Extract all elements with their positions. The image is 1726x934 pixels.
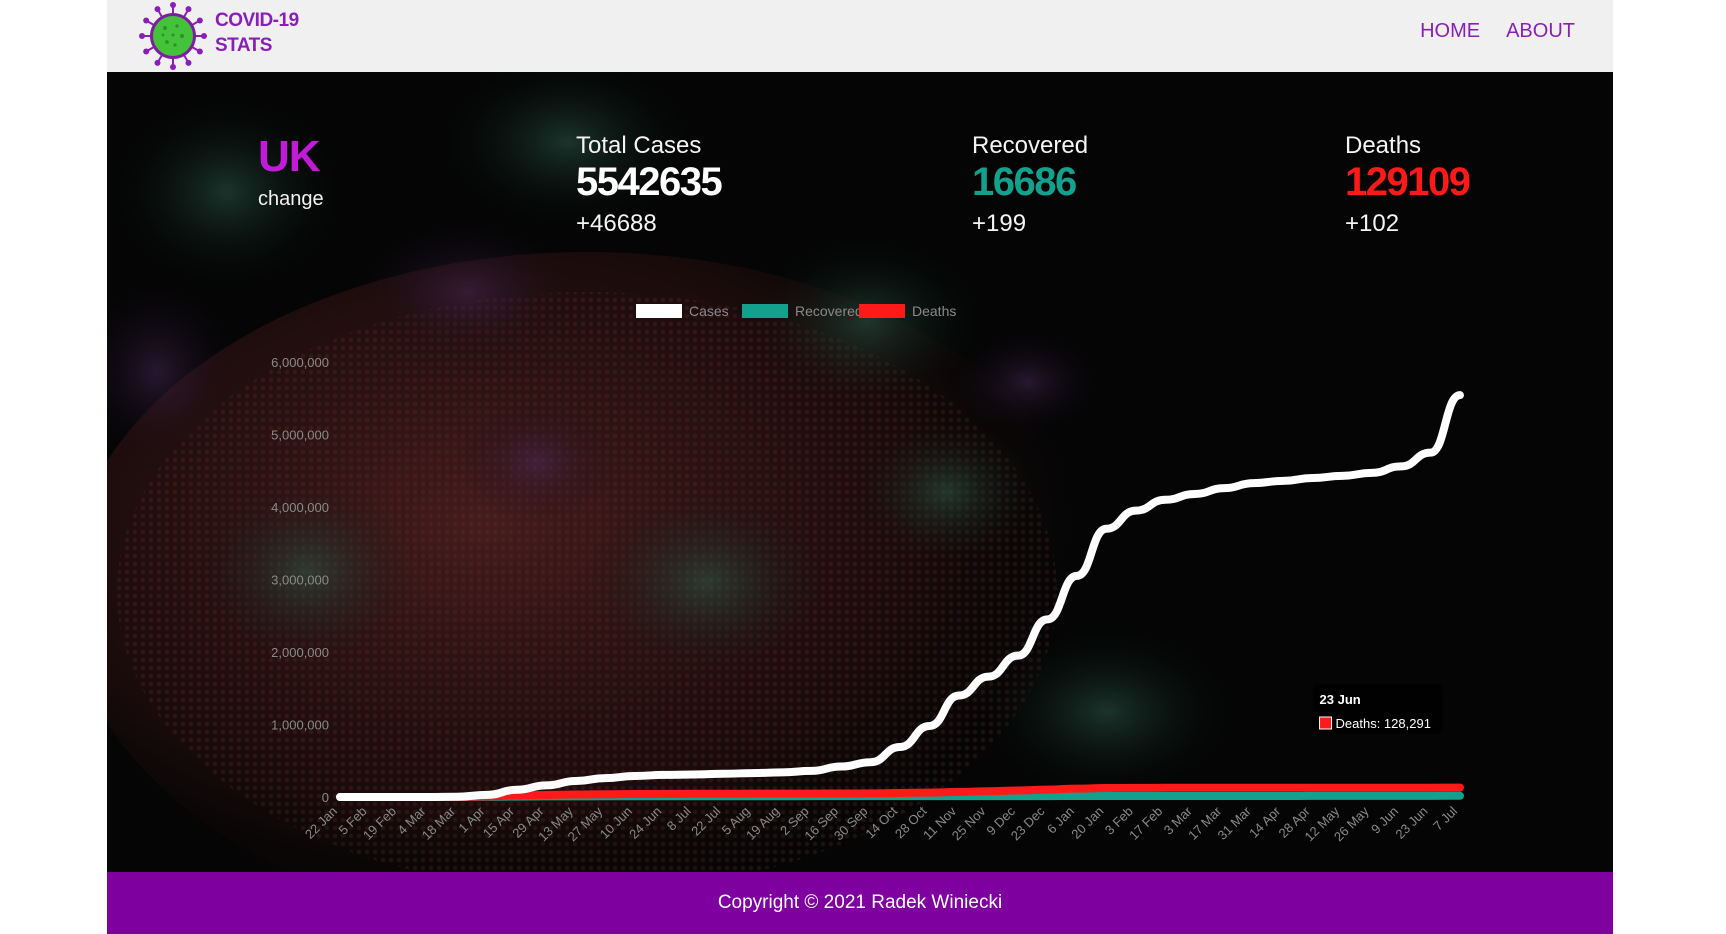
virus-logo-icon (139, 2, 207, 70)
legend-label-cases: Cases (689, 303, 729, 319)
y-tick-label: 1,000,000 (271, 718, 329, 733)
logo[interactable] (137, 0, 209, 72)
legend-swatch-recovered (742, 304, 788, 318)
x-tick-label: 20 Jan (1068, 804, 1106, 842)
covid-line-chart[interactable]: 0 1,000,000 2,000,000 3,000,000 4,000,000 5,0… (107, 72, 1613, 872)
y-tick-label: 0 (322, 790, 329, 805)
y-tick-label: 5,000,000 (271, 428, 329, 443)
x-tick-label: 25 Nov (949, 803, 989, 843)
x-tick-label: 24 Jun (626, 804, 664, 842)
brand-title[interactable]: COVID-19 STATS (215, 8, 299, 58)
brand-line-1: COVID-19 (215, 10, 299, 31)
legend-label-recovered: Recovered (795, 303, 863, 319)
legend-label-deaths: Deaths (912, 303, 956, 319)
nav-home-link[interactable]: HOME (1420, 20, 1480, 43)
legend-swatch-cases (636, 304, 682, 318)
legend-swatch-deaths (859, 304, 905, 318)
stats-hero: UK change Total Cases 5542635 +46688 Rec… (107, 72, 1613, 872)
navbar: COVID-19 STATS HOME ABOUT (107, 0, 1613, 72)
x-tick-label: 19 Aug (743, 804, 782, 843)
tooltip-title: 23 Jun (1320, 692, 1361, 707)
copyright-text: Copyright © 2021 Radek Winiecki (717, 892, 1003, 913)
x-tick-label: 15 Apr (480, 803, 518, 841)
x-tick-label: 7 Jul (1430, 803, 1460, 833)
y-tick-label: 4,000,000 (271, 500, 329, 515)
x-tick-label: 23 Dec (1008, 803, 1048, 843)
tooltip-swatch (1319, 716, 1333, 730)
x-tick-label: 18 Mar (419, 803, 459, 843)
brand-line-2: STATS (215, 35, 272, 56)
x-tick-label: 14 Apr (1246, 803, 1284, 841)
x-tick-label: 14 Oct (862, 803, 900, 841)
page-frame: COVID-19 STATS HOME ABOUT UK change Tota… (107, 0, 1613, 934)
x-tick-label: 31 Mar (1215, 803, 1255, 843)
x-tick-label: 23 Jun (1392, 804, 1430, 842)
footer: Copyright © 2021 Radek Winiecki (107, 872, 1613, 934)
x-tick-label: 17 Feb (1126, 804, 1165, 843)
x-tick-label: 30 Sep (831, 804, 871, 844)
x-tick-label: 22 Jul (688, 803, 723, 838)
x-tick-label: 19 Feb (360, 804, 399, 843)
tooltip-label: Deaths: 128,291 (1336, 716, 1431, 731)
nav-links: HOME ABOUT (1420, 20, 1575, 43)
nav-about-link[interactable]: ABOUT (1506, 20, 1575, 43)
series-line-cases (336, 391, 1464, 801)
x-tick-label: 10 Jun (597, 804, 635, 842)
x-tick-label: 22 Jan (302, 804, 340, 842)
y-tick-label: 6,000,000 (271, 355, 329, 370)
y-tick-label: 3,000,000 (271, 573, 329, 588)
y-tick-label: 2,000,000 (271, 645, 329, 660)
